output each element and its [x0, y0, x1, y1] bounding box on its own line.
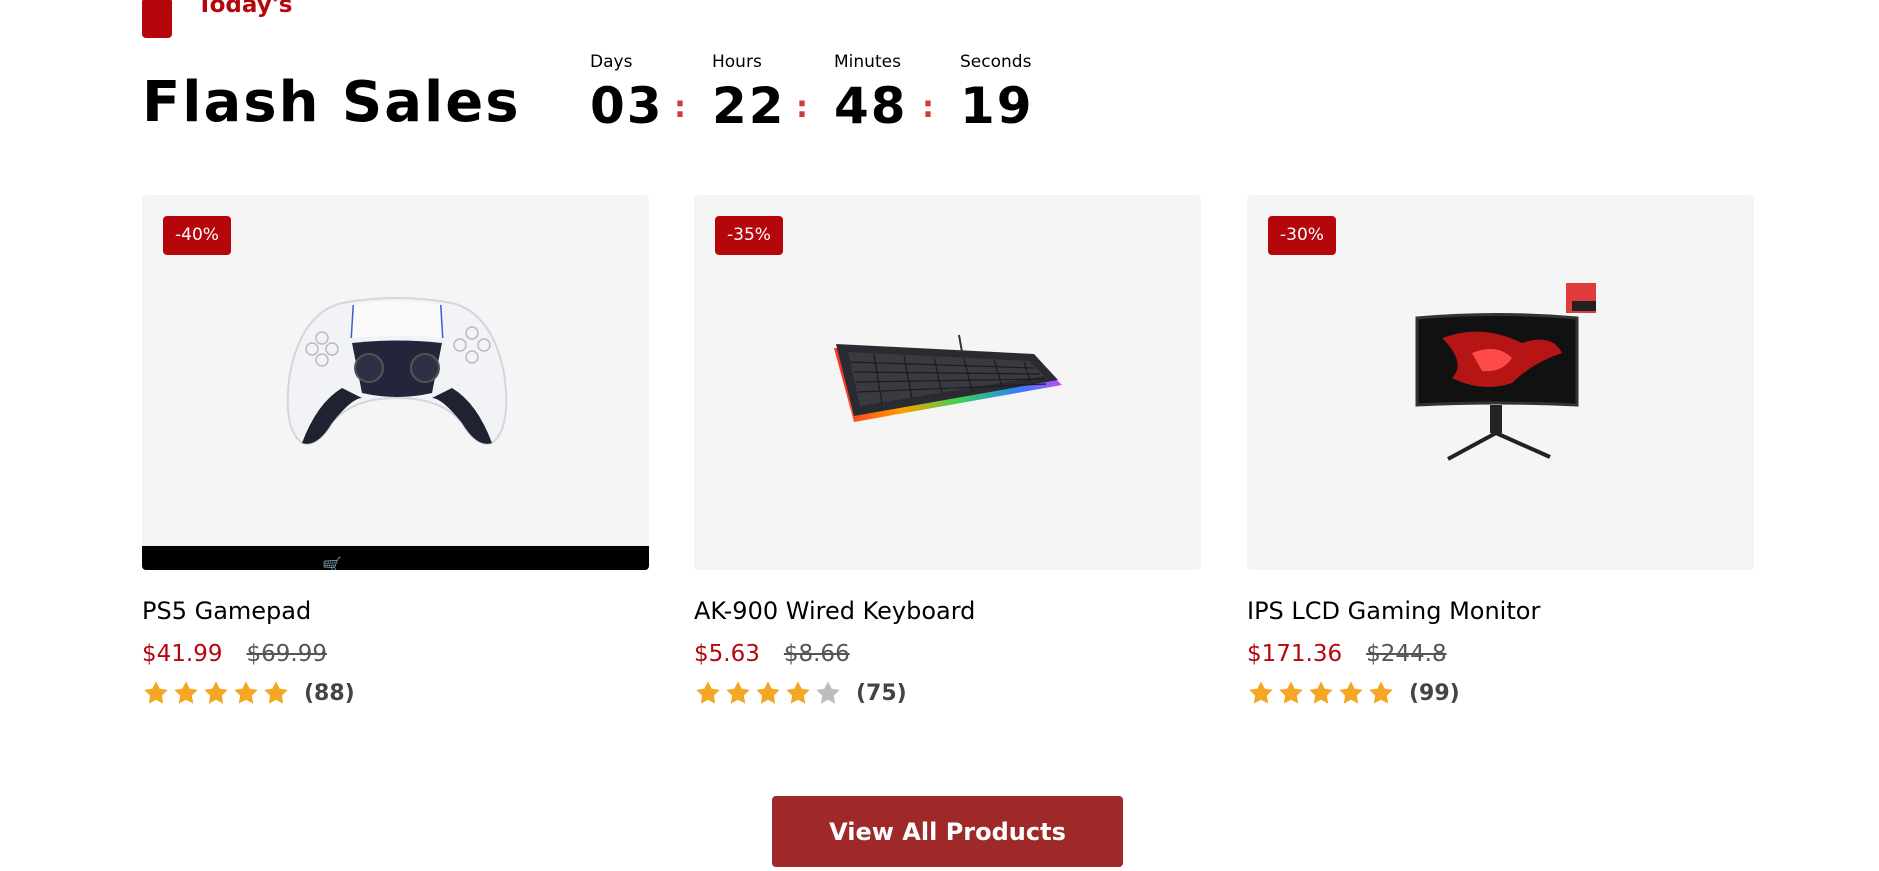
star-icon: [204, 681, 228, 704]
product-price: $5.63: [694, 641, 760, 667]
product-price: $41.99: [142, 641, 223, 667]
price-row: $171.36 $244.8: [1247, 641, 1754, 667]
star-icon: [264, 681, 288, 704]
product-name[interactable]: IPS LCD Gaming Monitor: [1247, 597, 1754, 625]
product-name[interactable]: AK-900 Wired Keyboard: [694, 597, 1201, 625]
timer-separator: :: [674, 90, 686, 125]
seconds-label: Seconds: [960, 52, 1032, 72]
section-tag: Today's: [142, 0, 292, 38]
star-icon: [816, 681, 840, 704]
star-rating: [142, 679, 290, 707]
product-old-price: $69.99: [246, 641, 327, 667]
price-row: $5.63 $8.66: [694, 641, 1201, 667]
hours-label: Hours: [712, 52, 762, 72]
star-icon: [786, 681, 810, 704]
countdown-hours: Hours 22: [712, 52, 786, 135]
product-image-area[interactable]: -30%: [1247, 195, 1754, 570]
star-icon: [144, 681, 168, 704]
discount-badge: -40%: [163, 216, 231, 255]
seconds-value: 19: [960, 77, 1034, 135]
price-row: $41.99 $69.99: [142, 641, 649, 667]
star-icon: [1249, 681, 1273, 704]
monitor-image: [1415, 283, 1596, 461]
view-all-products-button[interactable]: View All Products: [772, 796, 1123, 867]
review-count: (88): [304, 680, 355, 706]
rating-row: (75): [694, 679, 1201, 707]
gamepad-image: [286, 297, 508, 445]
product-old-price: $244.8: [1366, 641, 1447, 667]
star-icon: [234, 681, 258, 704]
countdown-days: Days 03: [590, 52, 664, 135]
rating-row: (88): [142, 679, 649, 707]
keyboard-image: [834, 334, 1062, 422]
star-rating: [694, 679, 842, 707]
product-name[interactable]: PS5 Gamepad: [142, 597, 649, 625]
section-tag-bar: [142, 0, 172, 38]
countdown-timer: Days 03 : Hours 22 : Minutes 48 : Second…: [590, 52, 1034, 135]
days-value: 03: [590, 77, 664, 135]
countdown-minutes: Minutes 48: [834, 52, 908, 135]
hours-value: 22: [712, 77, 786, 135]
star-icon: [174, 681, 198, 704]
product-image-area[interactable]: -40% 🛒: [142, 195, 649, 570]
page-title: Flash Sales: [142, 70, 521, 135]
star-icon: [756, 681, 780, 704]
days-label: Days: [590, 52, 633, 72]
cart-icon: 🛒: [322, 556, 342, 570]
rating-row: (99): [1247, 679, 1754, 707]
product-old-price: $8.66: [783, 641, 850, 667]
timer-separator: :: [922, 90, 934, 125]
star-icon: [696, 681, 720, 704]
star-icon: [1279, 681, 1303, 704]
product-image-area[interactable]: -35%: [694, 195, 1201, 570]
product-card[interactable]: -40% 🛒 PS5 Gamepad $41.99 $69.99 (88): [142, 195, 649, 707]
star-rating: [1247, 679, 1395, 707]
add-to-cart-bar[interactable]: 🛒: [142, 546, 649, 570]
product-price: $171.36: [1247, 641, 1343, 667]
countdown-seconds: Seconds 19: [960, 52, 1034, 135]
product-card[interactable]: -35% AK-900 Wired Keyboard $5.63 $8.66 (…: [694, 195, 1201, 707]
minutes-value: 48: [834, 77, 908, 135]
star-icon: [1309, 681, 1333, 704]
star-icon: [726, 681, 750, 704]
review-count: (75): [856, 680, 907, 706]
minutes-label: Minutes: [834, 52, 901, 72]
star-icon: [1339, 681, 1363, 704]
review-count: (99): [1409, 680, 1460, 706]
product-card[interactable]: -30% IPS LCD Gaming Monitor $171.36 $244…: [1247, 195, 1754, 707]
star-icon: [1369, 681, 1393, 704]
section-tag-label: Today's: [197, 0, 293, 18]
timer-separator: :: [796, 90, 808, 125]
discount-badge: -30%: [1268, 216, 1336, 255]
discount-badge: -35%: [715, 216, 783, 255]
